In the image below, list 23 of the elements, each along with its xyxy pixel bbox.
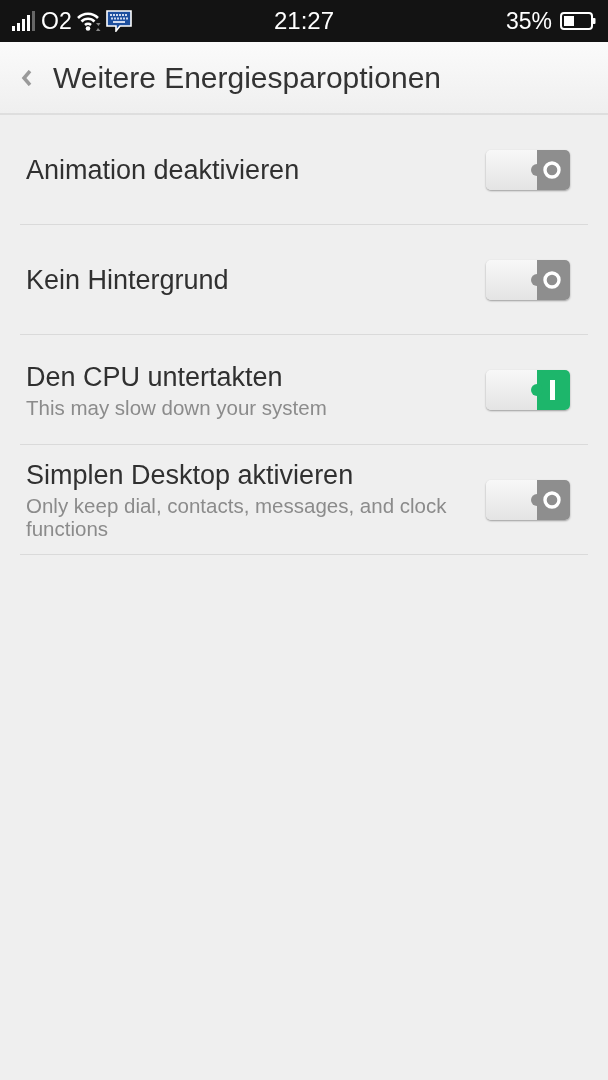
option-title: Animation deaktivieren: [26, 153, 301, 186]
toggle-switch[interactable]: [486, 259, 570, 300]
chevron-left-icon: [21, 69, 33, 86]
ring-icon: [543, 490, 561, 509]
option-title: Simplen Desktop aktivieren: [26, 459, 355, 491]
option-description: Only keep dial, contacts, messages, and clock functions: [26, 494, 448, 540]
option-title: Kein Hintergrund: [26, 263, 230, 296]
battery-percentage: 35%: [505, 9, 552, 33]
clock-time: 21:27: [273, 9, 335, 33]
ring-icon: [543, 160, 561, 179]
ring-icon: [543, 270, 561, 289]
signal-icon: [12, 11, 36, 31]
wifi-icon: [76, 11, 101, 31]
toggle-switch[interactable]: [486, 149, 570, 190]
toggle-switch[interactable]: [486, 479, 570, 520]
option-description: This may slow down your system: [26, 395, 328, 419]
bar-icon: [549, 379, 555, 400]
carrier-name: O2: [41, 9, 72, 33]
keyboard-notification-icon: [105, 10, 132, 32]
toggle-switch[interactable]: [486, 369, 570, 410]
page-title: Weitere Energiesparoptionen: [53, 60, 442, 96]
option-title: Den CPU untertakten: [26, 360, 284, 393]
battery-icon: [560, 12, 596, 30]
